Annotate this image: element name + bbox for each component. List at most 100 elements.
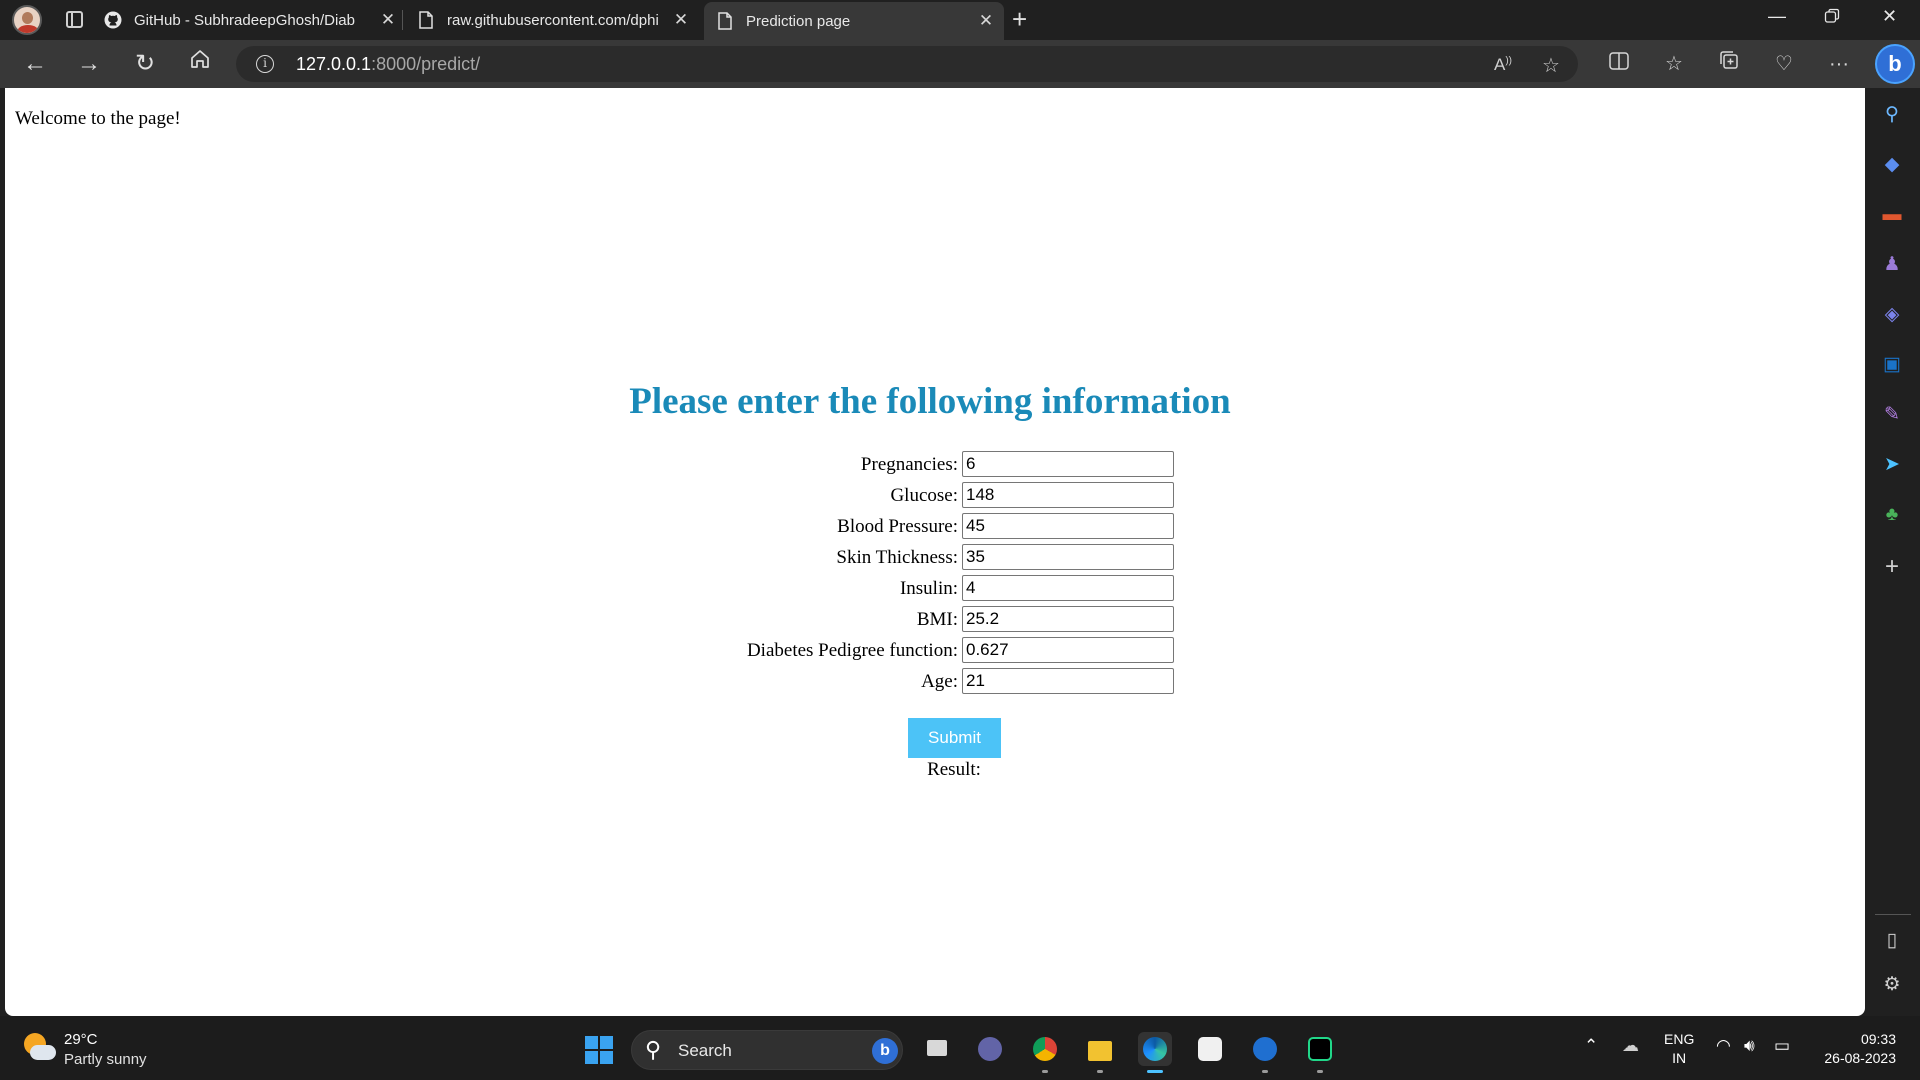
edge-icon[interactable] bbox=[1138, 1032, 1172, 1066]
avatar-body bbox=[17, 25, 39, 33]
form-row-diabetes-pedigree: Diabetes Pedigree function: bbox=[5, 637, 1865, 663]
bmi-label: BMI: bbox=[916, 609, 958, 630]
shopping-tag-icon[interactable]: ◆ bbox=[1879, 152, 1905, 178]
games-icon[interactable]: ♟ bbox=[1879, 252, 1905, 278]
minimize-icon[interactable]: — bbox=[1768, 6, 1786, 27]
address-bar[interactable]: i 127.0.0.1:8000/predict/ A)) ☆ bbox=[236, 46, 1578, 82]
age-input[interactable] bbox=[962, 668, 1174, 694]
glucose-input[interactable] bbox=[962, 482, 1174, 508]
start-tile bbox=[600, 1036, 613, 1049]
wifi-icon[interactable]: ◠ bbox=[1716, 1036, 1731, 1056]
close-tab-icon[interactable]: ✕ bbox=[378, 10, 398, 30]
teams-chat-icon[interactable] bbox=[973, 1032, 1007, 1066]
form-row-age: Age: bbox=[5, 668, 1865, 694]
browser-essentials-icon[interactable]: ♡ bbox=[1770, 50, 1798, 78]
bmi-input[interactable] bbox=[962, 606, 1174, 632]
favorites-icon[interactable]: ☆ bbox=[1660, 50, 1688, 78]
form-row-bmi: BMI: bbox=[5, 606, 1865, 632]
home-icon[interactable] bbox=[185, 48, 215, 78]
insulin-label: Insulin: bbox=[899, 578, 958, 599]
page-icon bbox=[716, 12, 734, 30]
blood-pressure-label: Blood Pressure: bbox=[837, 516, 958, 537]
tab-strip: GitHub - SubhradeepGhosh/Diab ✕ raw.gith… bbox=[0, 0, 1920, 40]
tab-title: GitHub - SubhradeepGhosh/Diab bbox=[134, 11, 355, 29]
tab-prediction-page[interactable]: Prediction page ✕ bbox=[704, 2, 1004, 40]
pregnancies-input[interactable] bbox=[962, 451, 1174, 477]
weather-condition[interactable]: Partly sunny bbox=[64, 1051, 147, 1068]
bing-copilot-button[interactable]: b bbox=[1875, 44, 1915, 84]
split-screen-icon[interactable] bbox=[1605, 50, 1633, 78]
task-view-icon[interactable] bbox=[920, 1032, 954, 1066]
back-icon[interactable]: ← bbox=[20, 49, 50, 79]
collections-icon[interactable] bbox=[1715, 50, 1743, 78]
url-host: 127.0.0.1 bbox=[296, 54, 372, 74]
web-page: Welcome to the page! Please enter the fo… bbox=[5, 88, 1865, 1016]
chrome-icon[interactable] bbox=[1028, 1032, 1062, 1066]
active-indicator bbox=[1147, 1070, 1163, 1073]
weather-partly-sunny-icon[interactable] bbox=[22, 1033, 56, 1063]
show-hidden-icons-chevron-icon[interactable]: ⌃ bbox=[1584, 1036, 1598, 1056]
microsoft-365-icon[interactable]: ◈ bbox=[1879, 302, 1905, 328]
running-indicator bbox=[1097, 1070, 1103, 1073]
favorite-star-icon[interactable]: ☆ bbox=[1542, 53, 1560, 78]
clock-time: 09:33 bbox=[1860, 1031, 1896, 1047]
refresh-icon[interactable]: ↻ bbox=[130, 49, 160, 79]
avatar-face bbox=[22, 12, 33, 24]
running-indicator bbox=[1317, 1070, 1323, 1073]
tab-github[interactable]: GitHub - SubhradeepGhosh/Diab ✕ bbox=[104, 0, 398, 40]
tools-icon[interactable]: ▬ bbox=[1879, 202, 1905, 228]
drop-icon[interactable]: ➤ bbox=[1879, 452, 1905, 478]
pycharm-icon[interactable] bbox=[1303, 1032, 1337, 1066]
search-icon[interactable]: ⚲ bbox=[1879, 102, 1905, 128]
close-tab-icon[interactable]: ✕ bbox=[976, 11, 996, 31]
battery-icon[interactable]: ▭ bbox=[1774, 1036, 1790, 1056]
volume-icon[interactable]: 🔊︎ bbox=[1744, 1036, 1755, 1056]
close-window-icon[interactable]: ✕ bbox=[1882, 6, 1897, 27]
running-indicator bbox=[1262, 1070, 1268, 1073]
language-indicator[interactable]: ENG IN bbox=[1664, 1030, 1694, 1068]
webex-icon[interactable] bbox=[1248, 1032, 1282, 1066]
system-clock[interactable]: 09:33 26-08-2023 bbox=[1816, 1030, 1896, 1068]
result-label: Result: bbox=[927, 759, 981, 780]
add-sidebar-app-icon[interactable]: + bbox=[1879, 554, 1905, 580]
tab-title: raw.githubusercontent.com/dphi bbox=[447, 11, 659, 29]
tab-raw-githubusercontent[interactable]: raw.githubusercontent.com/dphi ✕ bbox=[417, 0, 691, 40]
new-tab-icon[interactable]: + bbox=[1012, 4, 1027, 35]
tab-actions-icon[interactable] bbox=[66, 11, 83, 28]
tree-icon[interactable]: ♣ bbox=[1879, 502, 1905, 528]
browser-toolbar: ← → ↻ i 127.0.0.1:8000/predict/ A)) ☆ ☆ … bbox=[0, 40, 1920, 88]
edge-sidebar: ⚲ ◆ ▬ ♟ ◈ ▣ ✎ ➤ ♣ + ▯ ⚙ bbox=[1865, 88, 1920, 1016]
language-code: ENG bbox=[1664, 1031, 1695, 1047]
diabetes-pedigree-label: Diabetes Pedigree function: bbox=[746, 640, 958, 661]
insulin-input[interactable] bbox=[962, 575, 1174, 601]
read-aloud-icon[interactable]: A)) bbox=[1494, 55, 1512, 75]
site-info-icon[interactable]: i bbox=[256, 55, 274, 73]
blood-pressure-input[interactable] bbox=[962, 513, 1174, 539]
start-tile bbox=[585, 1051, 598, 1064]
diabetes-pedigree-input[interactable] bbox=[962, 637, 1174, 663]
taskbar-search[interactable]: ⚲ Search b bbox=[631, 1030, 903, 1070]
profile-avatar[interactable] bbox=[12, 5, 42, 35]
windows-taskbar: 29°C Partly sunny ⚲ Search b ⌃ ☁ ENG IN … bbox=[0, 1016, 1920, 1080]
weather-temperature[interactable]: 29°C bbox=[64, 1031, 98, 1048]
welcome-text: Welcome to the page! bbox=[15, 108, 181, 129]
cloud-shape bbox=[30, 1045, 56, 1060]
url-text[interactable]: 127.0.0.1:8000/predict/ bbox=[296, 54, 480, 75]
designer-icon[interactable]: ✎ bbox=[1879, 402, 1905, 428]
more-options-icon[interactable]: ··· bbox=[1825, 50, 1853, 78]
windows-start-icon[interactable] bbox=[585, 1036, 613, 1064]
microsoft-store-icon[interactable] bbox=[1193, 1032, 1227, 1066]
tab-separator bbox=[402, 10, 403, 30]
skin-thickness-input[interactable] bbox=[962, 544, 1174, 570]
forward-icon[interactable]: → bbox=[74, 49, 104, 79]
sidebar-settings-icon[interactable]: ⚙ bbox=[1879, 972, 1905, 998]
submit-button[interactable]: Submit bbox=[908, 718, 1001, 758]
skin-thickness-label: Skin Thickness: bbox=[836, 547, 958, 568]
restore-icon[interactable] bbox=[1824, 8, 1840, 29]
onedrive-error-icon[interactable]: ☁ bbox=[1622, 1036, 1639, 1056]
outlook-icon[interactable]: ▣ bbox=[1879, 352, 1905, 378]
hide-sidebar-icon[interactable]: ▯ bbox=[1879, 928, 1905, 954]
close-tab-icon[interactable]: ✕ bbox=[671, 10, 691, 30]
tab-title: Prediction page bbox=[746, 12, 851, 30]
file-explorer-icon[interactable] bbox=[1083, 1032, 1117, 1066]
